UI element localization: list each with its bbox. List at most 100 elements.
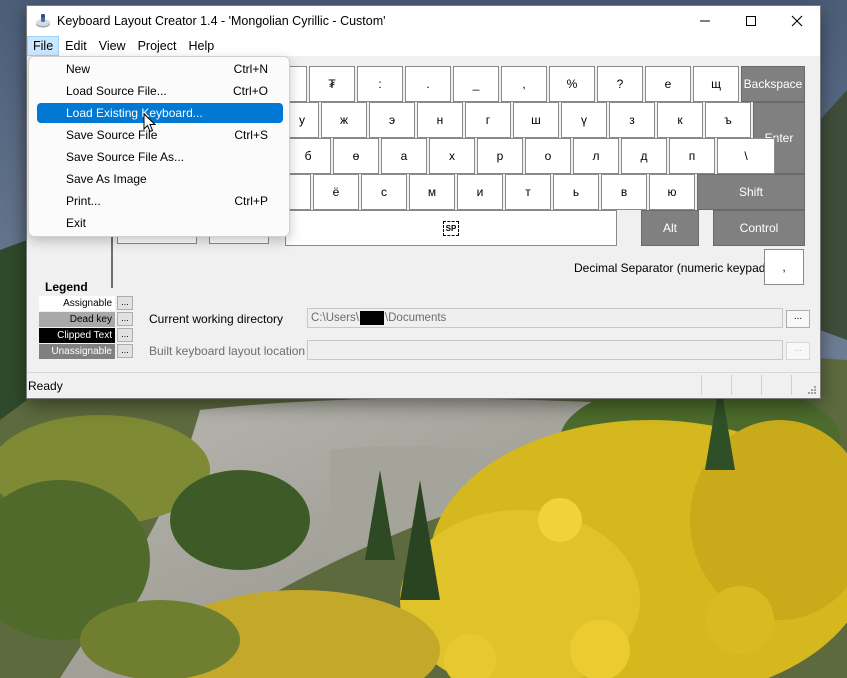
maximize-icon (746, 16, 756, 26)
legend-assignable-button[interactable]: ... (117, 296, 133, 310)
key-row2[interactable]: э (369, 102, 415, 138)
legend-clipped-text: Clipped Text (39, 328, 115, 343)
menu-item-print[interactable]: Print... Ctrl+P (37, 191, 283, 211)
menu-item-exit[interactable]: Exit (37, 213, 283, 233)
menu-item-load-existing-keyboard[interactable]: Load Existing Keyboard... (37, 103, 283, 123)
cwd-browse-button[interactable]: ... (786, 310, 810, 328)
key-row1[interactable]: _ (453, 66, 499, 102)
status-text: Ready (28, 379, 63, 393)
key-row3[interactable]: \ (717, 138, 775, 174)
key-row4[interactable]: м (409, 174, 455, 210)
cwd-field[interactable]: C:\Users\ \Documents (307, 308, 783, 328)
key-row4[interactable]: в (601, 174, 647, 210)
key-row4[interactable]: с (361, 174, 407, 210)
key-row2[interactable]: к (657, 102, 703, 138)
build-browse-button[interactable]: ... (786, 342, 810, 360)
menu-item-label: Load Existing Keyboard... (66, 106, 203, 120)
key-row3[interactable]: п (669, 138, 715, 174)
space-label: SP (442, 220, 460, 236)
key-row4[interactable]: ь (553, 174, 599, 210)
key-row4[interactable]: ё (313, 174, 359, 210)
key-row1[interactable]: % (549, 66, 595, 102)
mouse-pointer-icon (143, 113, 157, 133)
key-row3[interactable]: р (477, 138, 523, 174)
menu-item-shortcut: Ctrl+S (234, 128, 268, 142)
key-row3[interactable]: б (285, 138, 331, 174)
cwd-prefix: C:\Users\ (311, 312, 359, 324)
menu-item-label: Save As Image (66, 172, 147, 186)
key-row1[interactable]: ₮ (309, 66, 355, 102)
key-right-alt[interactable]: Alt (641, 210, 699, 246)
key-row1[interactable]: , (501, 66, 547, 102)
minimize-icon (700, 20, 710, 22)
decimal-separator-key[interactable]: , (764, 249, 804, 285)
status-bar: Ready (27, 372, 820, 398)
key-backspace[interactable]: Backspace (741, 66, 805, 102)
menu-bar: File Edit View Project Help (27, 36, 820, 56)
menu-item-label: Exit (66, 216, 87, 230)
menu-item-save-source-file-as[interactable]: Save Source File As... (37, 147, 283, 167)
resize-grip-icon[interactable] (807, 385, 817, 395)
key-row3[interactable]: х (429, 138, 475, 174)
key-row2[interactable]: г (465, 102, 511, 138)
key-row3[interactable]: а (381, 138, 427, 174)
menu-item-shortcut: Ctrl+O (232, 84, 268, 98)
menu-item-load-source-file[interactable]: Load Source File... Ctrl+O (37, 81, 283, 101)
key-row1[interactable]: : (357, 66, 403, 102)
build-location-field[interactable] (307, 340, 783, 360)
key-row4[interactable]: и (457, 174, 503, 210)
close-icon (791, 15, 803, 27)
legend-dead-key: Dead key (39, 312, 115, 327)
key-row1[interactable]: ? (597, 66, 643, 102)
maximize-button[interactable] (728, 6, 774, 36)
key-row2[interactable]: ш (513, 102, 559, 138)
menu-item-shortcut: Ctrl+N (233, 62, 268, 76)
key-row3[interactable]: о (525, 138, 571, 174)
key-shift[interactable]: Shift (697, 174, 805, 210)
keyboard-border-line (111, 236, 113, 288)
window-title: Keyboard Layout Creator 1.4 - 'Mongolian… (57, 14, 386, 28)
legend-unassignable-button[interactable]: ... (117, 344, 133, 358)
key-row4[interactable]: ю (649, 174, 695, 210)
key-row2[interactable]: ъ (705, 102, 751, 138)
key-row4[interactable]: т (505, 174, 551, 210)
redacted-username (359, 310, 384, 325)
legend-assignable: Assignable (39, 296, 115, 311)
key-row2[interactable]: у (285, 102, 319, 138)
menu-item-label: Print... (66, 194, 101, 208)
menu-item-label: New (66, 62, 91, 76)
menu-view[interactable]: View (93, 36, 132, 56)
menu-project[interactable]: Project (132, 36, 183, 56)
key-row3[interactable]: л (573, 138, 619, 174)
menu-item-new[interactable]: New Ctrl+N (37, 59, 283, 79)
status-separator (731, 375, 732, 395)
menu-item-label: Save Source File As... (66, 150, 185, 164)
key-right-control[interactable]: Control (713, 210, 805, 246)
title-bar[interactable]: Keyboard Layout Creator 1.4 - 'Mongolian… (27, 6, 820, 36)
key-row2[interactable]: н (417, 102, 463, 138)
legend-dead-key-button[interactable]: ... (117, 312, 133, 326)
legend-clipped-text-button[interactable]: ... (117, 328, 133, 342)
menu-file[interactable]: File (27, 36, 60, 56)
minimize-button[interactable] (682, 6, 728, 36)
key-row2[interactable]: ү (561, 102, 607, 138)
key-row3[interactable]: ө (333, 138, 379, 174)
menu-item-label: Load Source File... (66, 84, 167, 98)
key-row1[interactable]: . (405, 66, 451, 102)
cwd-label: Current working directory (149, 312, 284, 326)
key-row2[interactable]: з (609, 102, 655, 138)
decimal-separator-label: Decimal Separator (numeric keypad) (574, 261, 770, 275)
key-row2[interactable]: ж (321, 102, 367, 138)
key-row1[interactable]: е (645, 66, 691, 102)
key-space[interactable]: SP (285, 210, 617, 246)
menu-item-save-source-file[interactable]: Save Source File Ctrl+S (37, 125, 283, 145)
file-menu-dropdown: New Ctrl+N Load Source File... Ctrl+O Lo… (28, 56, 290, 237)
legend-title: Legend (45, 280, 88, 294)
menu-edit[interactable]: Edit (59, 36, 93, 56)
status-separator (701, 375, 702, 395)
key-row3[interactable]: д (621, 138, 667, 174)
menu-item-save-as-image[interactable]: Save As Image (37, 169, 283, 189)
close-button[interactable] (774, 6, 820, 36)
menu-help[interactable]: Help (182, 36, 220, 56)
key-row1[interactable]: щ (693, 66, 739, 102)
